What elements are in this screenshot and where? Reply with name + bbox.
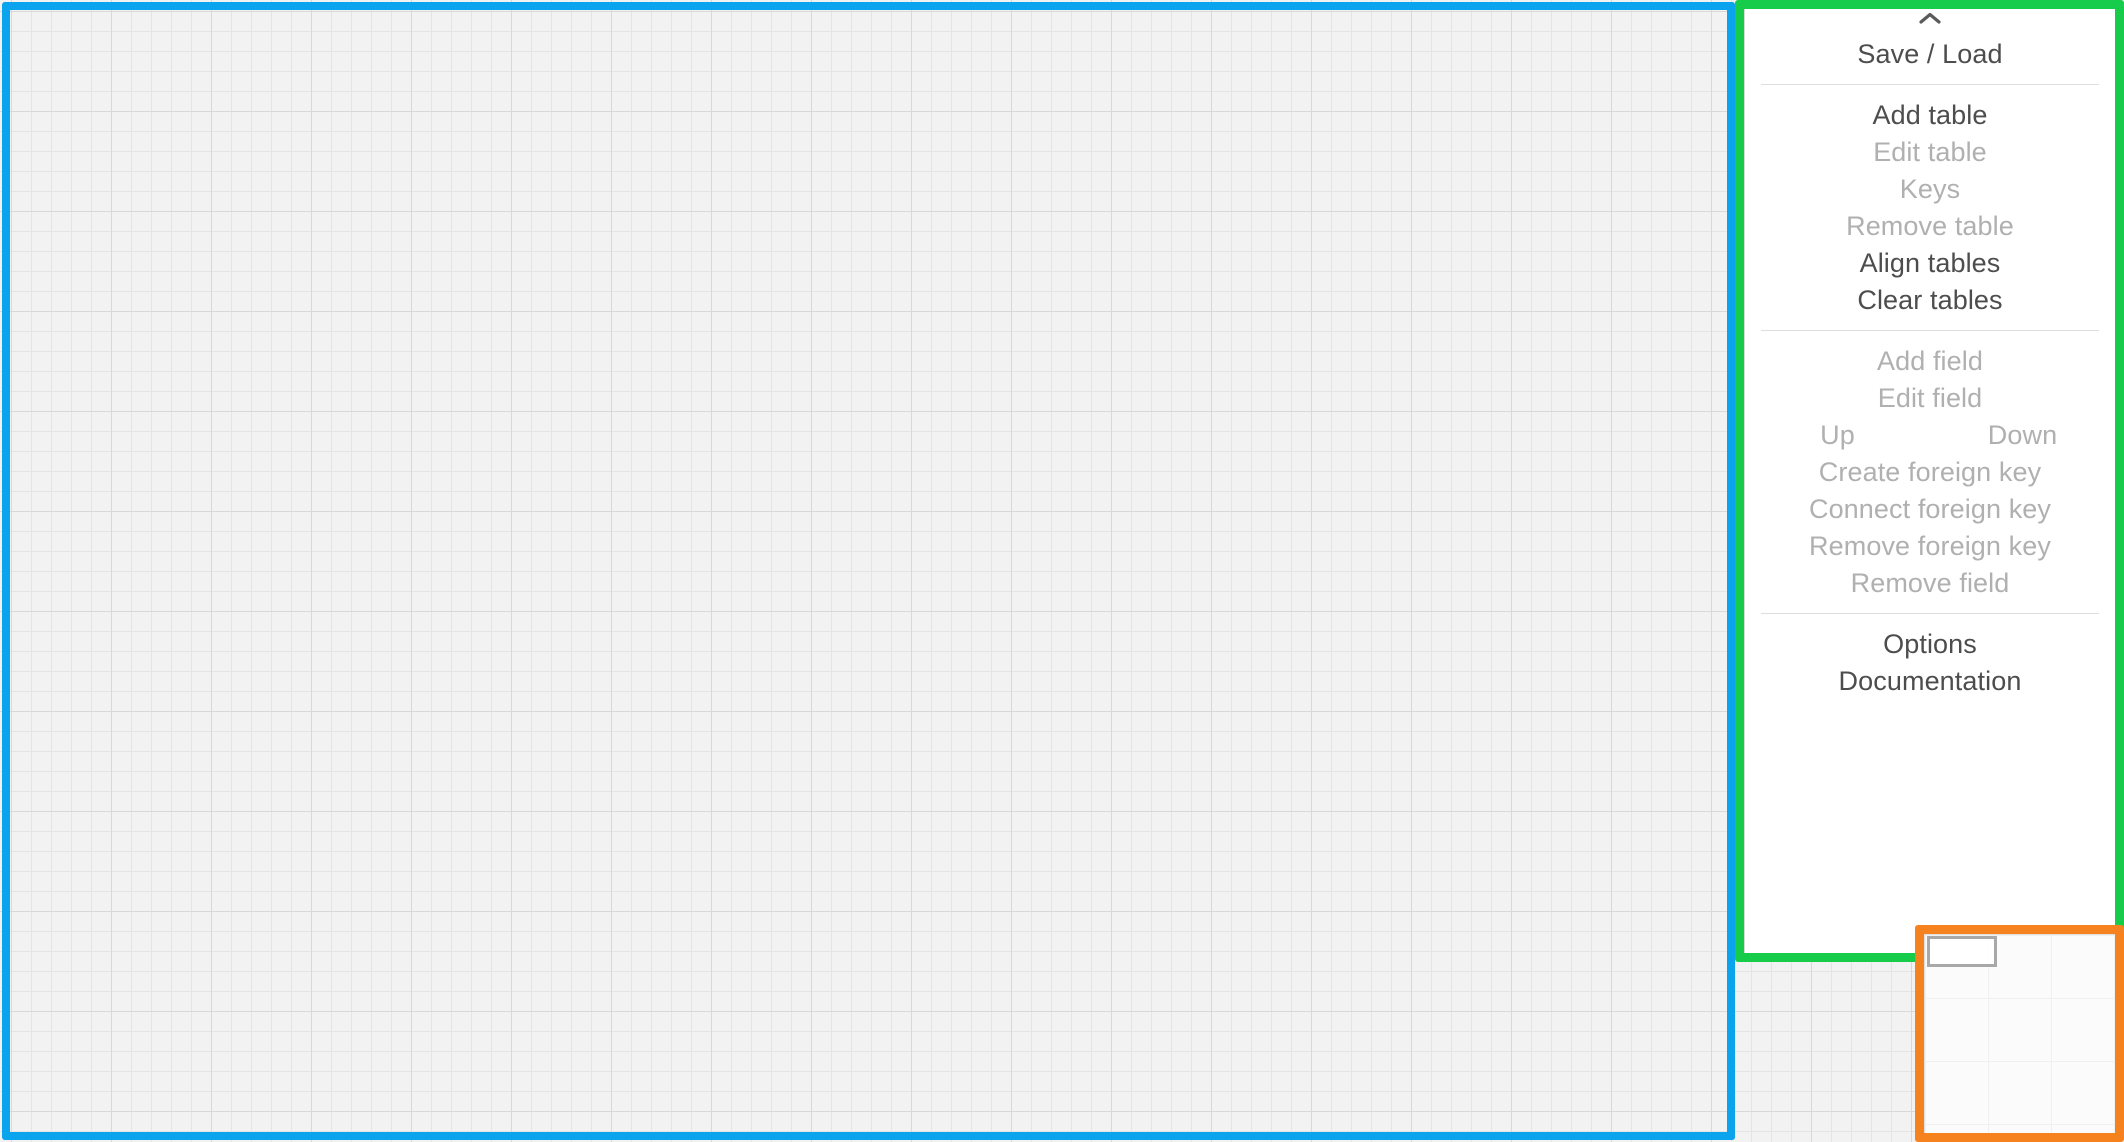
menu-item-keys[interactable]: Keys [1745,171,2115,208]
collapse-menu-button[interactable] [1745,0,2115,36]
menu-row-move-field: Up Down [1745,417,2115,454]
menu-item-remove-field[interactable]: Remove field [1745,565,2115,602]
menu-separator [1761,330,2099,331]
menu-item-edit-table[interactable]: Edit table [1745,134,2115,171]
menu-item-options[interactable]: Options [1745,626,2115,663]
menu-item-clear-tables[interactable]: Clear tables [1745,282,2115,319]
menu-item-remove-table[interactable]: Remove table [1745,208,2115,245]
minimap-panel[interactable] [1924,934,2115,1142]
menu-item-move-up[interactable]: Up [1745,417,1930,454]
menu-separator [1761,84,2099,85]
menu-item-documentation[interactable]: Documentation [1745,663,2115,700]
menu-item-add-field[interactable]: Add field [1745,343,2115,380]
menu-item-connect-foreign-key[interactable]: Connect foreign key [1745,491,2115,528]
minimap-viewport-rectangle[interactable] [1927,936,1997,967]
menu-item-remove-foreign-key[interactable]: Remove foreign key [1745,528,2115,565]
menu-separator [1761,613,2099,614]
menu-item-align-tables[interactable]: Align tables [1745,245,2115,282]
menu-item-add-table[interactable]: Add table [1745,97,2115,134]
menu-item-create-foreign-key[interactable]: Create foreign key [1745,454,2115,491]
menu-item-edit-field[interactable]: Edit field [1745,380,2115,417]
menu-item-move-down[interactable]: Down [1930,417,2115,454]
chevron-up-icon [1919,12,1941,24]
menu-item-save-load[interactable]: Save / Load [1745,36,2115,73]
toolbar-menu: Save / Load Add table Edit table Keys Re… [1744,0,2115,953]
app-root: Save / Load Add table Edit table Keys Re… [0,0,2124,1142]
